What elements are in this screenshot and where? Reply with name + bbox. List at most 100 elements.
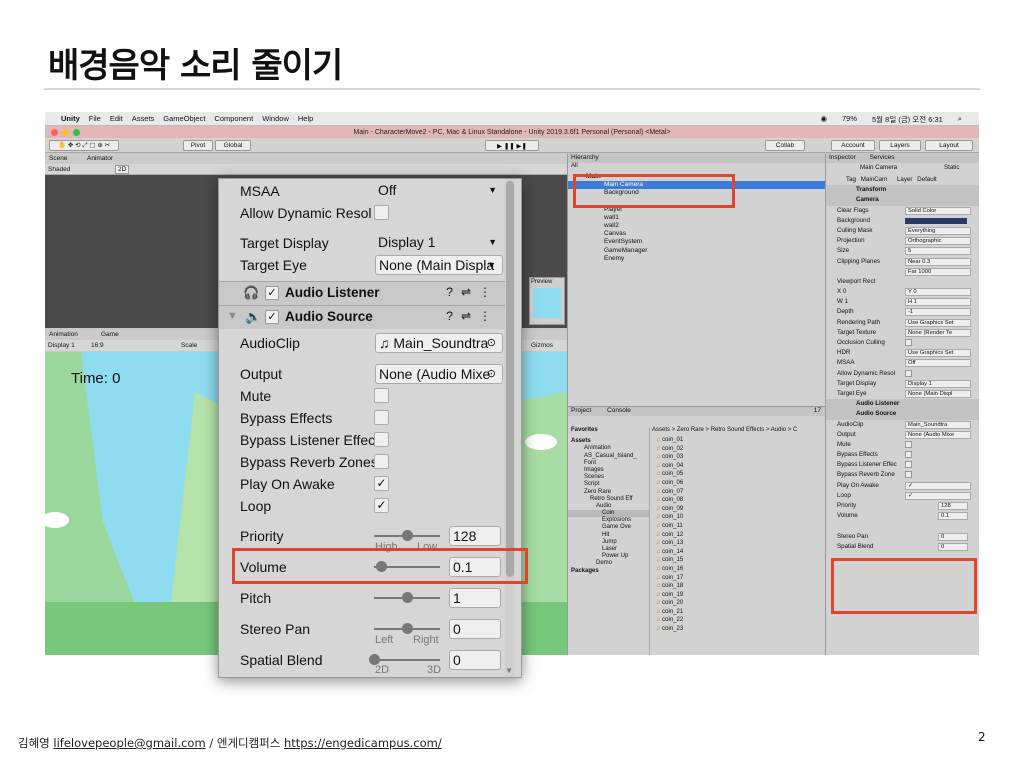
tree-item[interactable]: Scenes [568,474,649,481]
asset-file-item[interactable]: ♫ coin_02 [652,445,824,454]
asset-file-item[interactable]: ♫ coin_22 [652,616,824,625]
account-button[interactable]: Account [831,140,875,151]
stereo-pan-field[interactable]: 0 [449,619,501,639]
inspector-field-value[interactable]: None (Main Displ [905,389,971,398]
hierarchy-item-wall2[interactable]: wall2 [568,222,825,230]
volume-field[interactable]: 0.1 [938,512,968,521]
asset-file-item[interactable]: ♫ coin_18 [652,582,824,591]
audio-listener-header[interactable]: Audio Listener [826,399,979,410]
inspector-field-value[interactable]: Display 1 [905,379,971,388]
collab-button[interactable]: Collab [765,140,805,151]
asset-file-item[interactable]: ♫ coin_15 [652,556,824,565]
tree-assets[interactable]: Assets [568,438,649,445]
asset-file-item[interactable]: ♫ coin_07 [652,488,824,497]
tab-hierarchy[interactable]: Hierarchy [568,154,825,163]
inspector-field-value[interactable]: Orthographic [905,237,971,246]
audio-source-header[interactable]: ▼ 🔈 ✓ Audio Source ?⇌⋮ [219,305,509,329]
menu-unity[interactable]: Unity [61,114,80,123]
object-picker-icon[interactable]: ⊙ [487,334,496,352]
inspector-field-value[interactable]: H 1 [905,298,971,307]
component-menu-icons[interactable]: ?⇌⋮ [446,285,499,299]
asset-file-item[interactable]: ♫ coin_08 [652,496,824,505]
mode-2d-toggle[interactable]: 2D [115,165,130,174]
inspector-field-value[interactable]: Use Graphics Set [905,349,971,358]
asset-file-item[interactable]: ♫ coin_11 [652,522,824,531]
inspector-field-value[interactable]: Use Graphics Set [905,318,971,327]
component-menu-icons[interactable]: ?⇌⋮ [446,309,499,323]
tree-item[interactable]: Game Ove [568,524,649,531]
tree-item[interactable]: Audio [568,503,649,510]
priority-field[interactable]: 128 [449,526,501,546]
spatial-blend-field[interactable]: 0 [449,650,501,670]
audio-source-enabled-checkbox[interactable]: ✓ [265,310,279,324]
target-eye-select[interactable]: None (Main Displa ▼ [375,255,503,275]
spatial-blend-slider-track[interactable] [374,659,440,661]
priority-field[interactable]: 128 [938,502,968,510]
project-breadcrumb[interactable]: Assets > Zero Rare > Retro Sound Effects… [652,427,824,436]
inspector-field-value[interactable]: None (Render Te [905,328,971,337]
audio-source-header[interactable]: Audio Source [826,409,979,420]
audio-listener-enabled-checkbox[interactable]: ✓ [265,286,279,300]
menu-gameobject[interactable]: GameObject [163,114,205,123]
tab-services[interactable]: Services [870,154,895,161]
asset-file-item[interactable]: ♫ coin_03 [652,453,824,462]
layout-button[interactable]: Layout [925,140,973,151]
audio-listener-header[interactable]: 🎧 ✓ Audio Listener ?⇌⋮ [219,281,509,305]
target-display-select[interactable]: Display 1 ▼ [375,233,503,253]
bypass-listener-checkbox[interactable] [374,432,389,447]
menu-file[interactable]: File [89,114,101,123]
tree-item[interactable]: Images [568,467,649,474]
bypass-effects-checkbox[interactable] [374,410,389,425]
asset-file-item[interactable]: ♫ coin_20 [652,599,824,608]
hierarchy-item-wall1[interactable]: wall1 [568,214,825,222]
bypass-reverb-checkbox[interactable] [374,454,389,469]
tree-item[interactable]: Demo [568,560,649,567]
tree-item[interactable]: Retro Sound Eff [568,496,649,503]
tree-favorites[interactable]: Favorites [568,427,649,434]
tab-animation[interactable]: Animation [49,331,78,338]
stereo-pan-field[interactable]: 0 [938,532,968,541]
playback-controls[interactable]: ▶ ❚❚ ▶❚ [485,140,539,151]
asset-file-item[interactable]: ♫ coin_13 [652,539,824,548]
tab-animator[interactable]: Animator [87,155,113,162]
background-color-swatch[interactable] [905,217,967,224]
inspector-checkbox[interactable] [905,339,912,346]
transform-header[interactable]: Transform [826,185,979,196]
tag-select[interactable]: MainCam [861,176,887,183]
inspector-checkbox[interactable] [905,440,912,448]
menu-component[interactable]: Component [214,114,253,123]
pivot-button[interactable]: Pivot [183,140,213,151]
tree-item[interactable]: Power Up [568,553,649,560]
menu-help[interactable]: Help [298,114,313,123]
tree-item[interactable]: Font [568,460,649,467]
stereo-pan-slider-knob[interactable] [402,623,413,634]
asset-file-item[interactable]: ♫ coin_19 [652,591,824,600]
tab-project[interactable]: Project [571,407,591,414]
global-button[interactable]: Global [215,140,251,151]
inspector-field-value[interactable]: Everything [905,226,971,235]
inspector-field-value[interactable]: Main_Soundtra [905,420,971,429]
asset-file-item[interactable]: ♫ coin_17 [652,574,824,583]
asset-file-item[interactable]: ♫ coin_21 [652,608,824,617]
inspector-field-value[interactable]: ✓ [905,481,971,490]
asset-file-item[interactable]: ♫ coin_10 [652,513,824,522]
footer-email-link[interactable]: lifelovepeople@gmail.com [53,736,205,750]
inspector-field-value[interactable]: Y 0 [905,288,971,297]
tree-item[interactable]: Jump [568,539,649,546]
shading-mode[interactable]: Shaded [48,166,70,173]
asset-file-item[interactable]: ♫ coin_16 [652,565,824,574]
menu-assets[interactable]: Assets [132,114,155,123]
hierarchy-item-eventsystem[interactable]: EventSystem [568,238,825,246]
play-on-awake-checkbox[interactable]: ✓ [374,476,389,491]
tab-inspector[interactable]: Inspector [829,154,856,161]
object-picker-icon[interactable]: ⊙ [487,365,496,383]
inspector-field-value[interactable]: Off [905,359,971,368]
allow-dynamic-checkbox[interactable] [374,205,389,220]
tab-game[interactable]: Game [101,331,119,338]
msaa-select[interactable]: Off ▼ [375,181,503,201]
asset-file-item[interactable]: ♫ coin_23 [652,625,824,634]
menu-edit[interactable]: Edit [110,114,123,123]
tree-item[interactable]: Script [568,481,649,488]
hierarchy-item-canvas[interactable]: Canvas [568,230,825,238]
asset-file-item[interactable]: ♫ coin_14 [652,548,824,557]
